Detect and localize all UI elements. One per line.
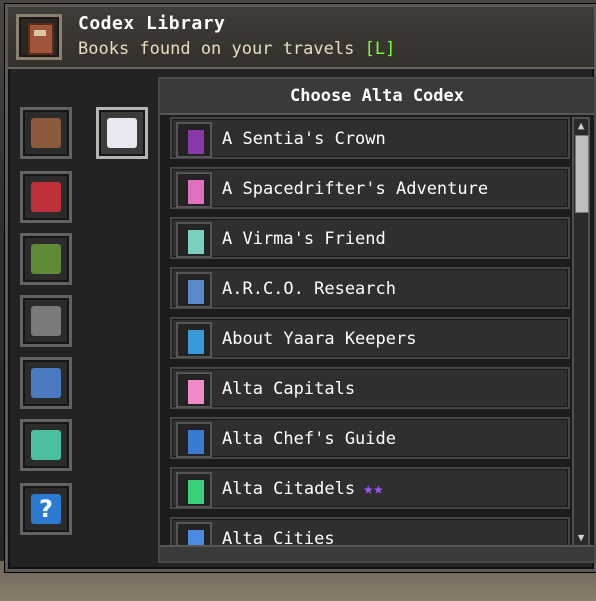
codex-list-item[interactable]: Alta Cities xyxy=(170,517,570,547)
hylotl-fish-icon xyxy=(31,368,61,398)
rarity-stars: ★★ xyxy=(363,479,384,499)
scroll-thumb[interactable] xyxy=(575,135,589,213)
codex-title-text: A Spacedrifter's Adventure xyxy=(222,179,489,199)
codex-title: Alta Citadels ★★ xyxy=(222,479,384,499)
codex-title: Alta Chef's Guide xyxy=(222,429,396,449)
codex-title: Alta Capitals xyxy=(222,379,355,399)
codex-list-item[interactable]: Alta Chef's Guide xyxy=(170,417,570,459)
codex-book-icon xyxy=(176,222,212,258)
book-icon xyxy=(16,14,62,60)
panel-footer xyxy=(160,545,594,561)
codex-title-text: A.R.C.O. Research xyxy=(222,279,396,299)
codex-title-text: Alta Chef's Guide xyxy=(222,429,396,449)
codex-book-icon xyxy=(176,472,212,508)
codex-list-item[interactable]: A Virma's Friend xyxy=(170,217,570,259)
alta-white-icon xyxy=(107,118,137,148)
panel-title: Choose Alta Codex xyxy=(160,79,594,115)
codex-book-icon xyxy=(176,522,212,547)
codex-title-text: About Yaara Keepers xyxy=(222,329,417,349)
codex-list-item[interactable]: A Sentia's Crown xyxy=(170,117,570,159)
novakid-star-icon xyxy=(31,430,61,460)
avian-bird-icon xyxy=(31,182,61,212)
codex-list-item[interactable]: Alta Citadels ★★ xyxy=(170,467,570,509)
codex-title-text: A Sentia's Crown xyxy=(222,129,386,149)
hotkey-hint: [L] xyxy=(364,39,396,59)
codex-book-icon xyxy=(176,422,212,458)
codex-list-item[interactable]: Alta Capitals xyxy=(170,367,570,409)
codex-list-item[interactable]: A.R.C.O. Research xyxy=(170,267,570,309)
floran-plant-icon xyxy=(31,244,61,274)
category-tab[interactable] xyxy=(20,357,72,409)
category-tab[interactable] xyxy=(20,419,72,471)
codex-title: A Sentia's Crown xyxy=(222,129,386,149)
category-tab[interactable] xyxy=(20,295,72,347)
codex-library-window: Codex Library Books found on your travel… xyxy=(5,4,596,572)
window-title: Codex Library xyxy=(78,13,226,34)
codex-book-icon xyxy=(176,172,212,208)
codex-title-text: Alta Capitals xyxy=(222,379,356,399)
scroll-down-arrow-icon[interactable]: ▼ xyxy=(574,531,588,545)
category-tab[interactable]: ? xyxy=(20,483,72,535)
codex-title: A.R.C.O. Research xyxy=(222,279,396,299)
human-portrait-icon xyxy=(31,118,61,148)
category-tab[interactable] xyxy=(20,107,72,159)
book-list: A Sentia's Crown A Spacedrifter's Adventu… xyxy=(170,117,574,547)
codex-title-text: A Virma's Friend xyxy=(222,229,386,249)
window-subtitle: Books found on your travels [L] xyxy=(78,39,395,59)
category-tab[interactable] xyxy=(20,171,72,223)
category-tab[interactable] xyxy=(20,233,72,285)
window-header: Codex Library Books found on your travel… xyxy=(8,7,594,69)
codex-list-item[interactable]: About Yaara Keepers xyxy=(170,317,570,359)
codex-title-text: Alta Citadels xyxy=(222,479,356,499)
codex-book-icon xyxy=(176,372,212,408)
glitch-robot-icon xyxy=(31,306,61,336)
codex-book-icon xyxy=(176,322,212,358)
codex-list-item[interactable]: A Spacedrifter's Adventure xyxy=(170,167,570,209)
category-tab[interactable] xyxy=(96,107,148,159)
codex-title: A Spacedrifter's Adventure xyxy=(222,179,488,199)
scroll-up-arrow-icon[interactable]: ▲ xyxy=(574,119,588,133)
list-scrollbar[interactable]: ▲ ▼ xyxy=(572,117,590,547)
subtitle-text: Books found on your travels xyxy=(78,39,355,59)
codex-list-panel: Choose Alta Codex A Sentia's Crown A Spac… xyxy=(158,77,596,563)
codex-title: About Yaara Keepers xyxy=(222,329,416,349)
codex-book-icon xyxy=(176,122,212,158)
codex-title: A Virma's Friend xyxy=(222,229,386,249)
unknown-question-icon: ? xyxy=(31,494,61,524)
codex-book-icon xyxy=(176,272,212,308)
